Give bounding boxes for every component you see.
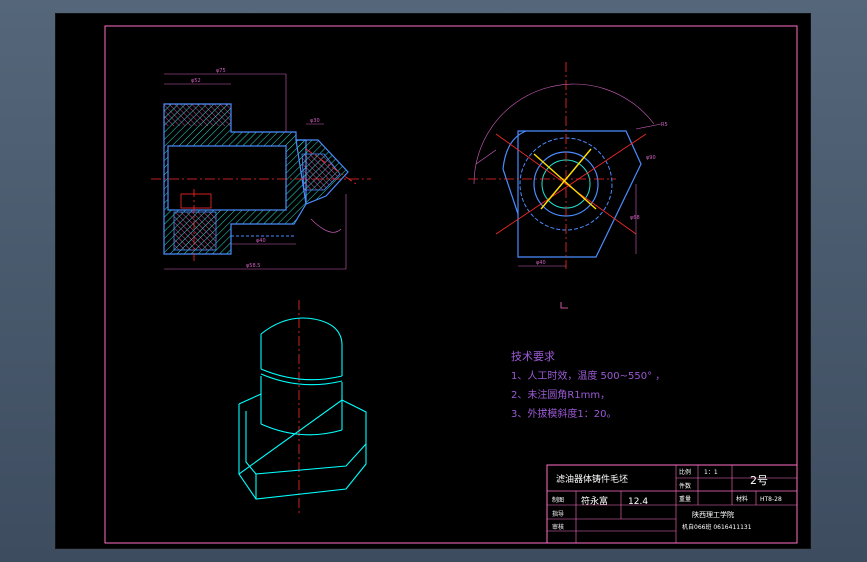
top-band — [164, 104, 231, 126]
dim-label: φ52 — [191, 78, 201, 84]
origin-marker — [560, 302, 568, 309]
drain-hole — [180, 193, 212, 209]
dim-label: φ40 — [536, 260, 546, 266]
isometric-view — [238, 300, 367, 514]
iso-base-edge — [255, 443, 367, 499]
section-mark-line — [533, 153, 597, 210]
dim-label: φ58.5 — [246, 263, 260, 269]
tech-requirement-item: 3、外拔模斜度1：20。 — [511, 407, 616, 420]
section-view: φ75 φ52 φ30 φ40 φ58.5 — [151, 68, 371, 270]
drawn-date: 12.4 — [628, 497, 648, 507]
drawn-label: 制图 — [552, 496, 564, 504]
tech-requirements-title: 技术要求 — [511, 350, 555, 363]
material-value: HT8-28 — [760, 496, 782, 503]
weight-label: 重量 — [679, 495, 691, 503]
class-info: 机自066班 0616411131 — [682, 523, 752, 531]
leader-line — [635, 123, 662, 130]
drawn-by: 符永富 — [581, 495, 608, 507]
drawing-sheet[interactable]: φ75 φ52 φ30 φ40 φ58.5 φ90 R5 φ40 φ68 技术要… — [55, 13, 811, 549]
iso-top-face — [260, 317, 343, 345]
tech-requirement-item: 2、未注圆角R1mm， — [511, 388, 610, 401]
guide-label: 指导 — [552, 510, 564, 518]
tech-requirement-item: 1、人工时效，温度 500~550° ， — [511, 369, 665, 382]
dim-label: R5 — [661, 122, 668, 128]
school-name: 陕西理工学院 — [692, 510, 734, 519]
drawing-canvas: φ75 φ52 φ30 φ40 φ58.5 φ90 R5 φ40 φ68 技术要… — [104, 25, 798, 544]
dim-label: φ40 — [256, 238, 266, 244]
angle-dim — [310, 218, 342, 233]
dim-label: φ75 — [216, 68, 226, 74]
material-label: 材料 — [736, 495, 748, 503]
top-view: φ90 R5 φ40 φ68 — [468, 62, 668, 309]
quantity-label: 件数 — [679, 482, 691, 490]
dim-label: φ30 — [310, 118, 320, 124]
sheet-number: 2号 — [750, 474, 768, 487]
scale-label: 比例 — [679, 468, 691, 476]
dim-label: φ68 — [630, 215, 640, 221]
dim-label: φ90 — [646, 155, 656, 161]
review-label: 审核 — [552, 523, 564, 531]
iso-base — [238, 393, 367, 500]
iso-base-inner — [245, 411, 257, 475]
top-body-fillet — [502, 130, 527, 170]
part-name: 滤油器体铸件毛坯 — [556, 473, 628, 485]
cad-viewport[interactable]: φ75 φ52 φ30 φ40 φ58.5 φ90 R5 φ40 φ68 技术要… — [0, 0, 867, 562]
iso-top-sides — [260, 334, 343, 376]
technical-requirements: 技术要求 1、人工时效，温度 500~550° ， 2、未注圆角R1mm， 3、… — [511, 350, 665, 420]
lower-boss — [173, 211, 217, 251]
top-body-side — [502, 168, 519, 215]
title-block: 滤油器体铸件毛坯 比例 1：1 件数 2号 重量 材料 HT8-28 制图 符永… — [546, 464, 798, 544]
scale-value: 1：1 — [704, 469, 718, 476]
